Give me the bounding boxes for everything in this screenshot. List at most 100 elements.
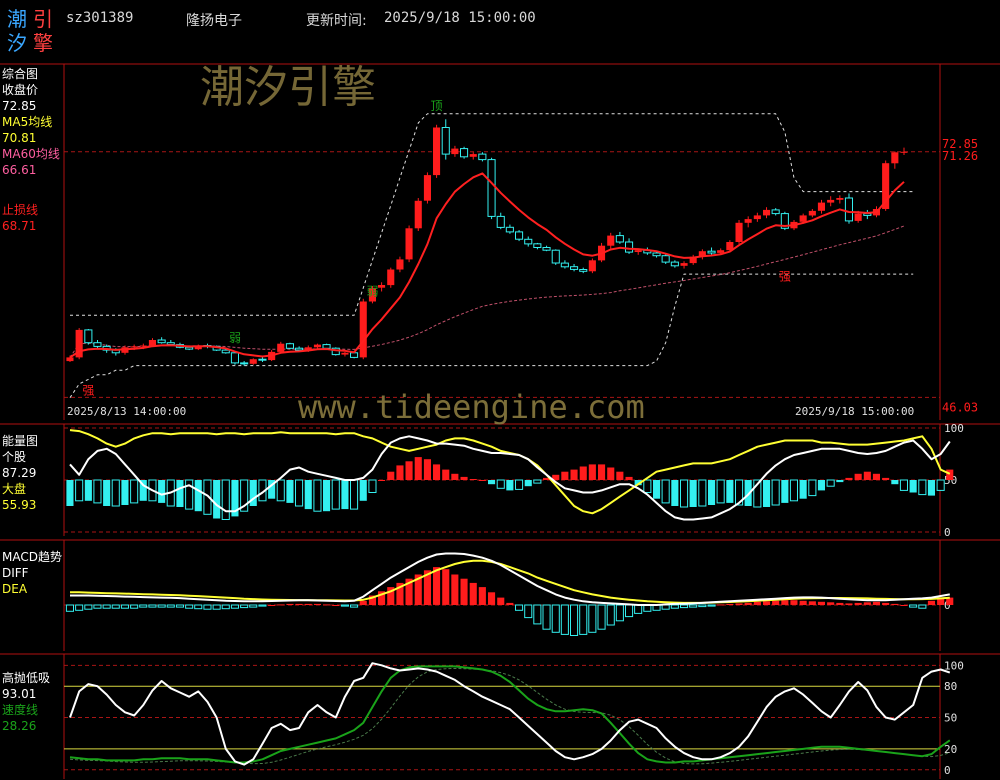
signal-annotation: 强 (82, 384, 94, 398)
energy-bar (533, 479, 542, 484)
macd-bar (451, 574, 459, 605)
macd-bar (120, 604, 130, 609)
candle-body (93, 342, 102, 347)
end-date-label: 2025/9/18 15:00:00 (795, 405, 914, 418)
macd-bar (286, 603, 294, 605)
panel3-title: MACD趋势 (2, 550, 62, 564)
energy-bar (625, 476, 633, 480)
energy-bar (488, 480, 496, 485)
energy-bar (799, 480, 807, 499)
signal-annotation: 弱 (366, 285, 378, 299)
candle-body (542, 247, 551, 251)
macd-bar (166, 604, 175, 608)
macd-bar (918, 604, 927, 609)
candle-body (130, 346, 138, 348)
macd-bar (478, 587, 486, 605)
hilo-tick-label: 50 (944, 712, 957, 725)
macd-bar (827, 602, 835, 605)
macd-bar (863, 602, 871, 605)
signal-annotation: 强 (779, 269, 791, 283)
candle-body (185, 346, 194, 350)
macd-bar (230, 604, 239, 609)
energy-bar (763, 480, 771, 507)
price-tick-label: 46.03 (942, 400, 978, 414)
energy-bar (313, 479, 322, 512)
macd-bar (533, 604, 542, 625)
candle-body (753, 215, 761, 220)
hilo-tick-label: 80 (944, 680, 957, 693)
market-energy-value: 55.93 (2, 498, 37, 512)
candle-body (295, 347, 304, 351)
macd-bar (735, 603, 743, 605)
energy-bar (891, 480, 899, 485)
panel2-legend: 能量图 个股 87.29 大盘 55.93 (2, 433, 38, 513)
candle-body (900, 151, 908, 153)
macd-bar (763, 601, 771, 605)
macd-bar (130, 604, 139, 609)
market-energy-line (69, 429, 951, 515)
ma60-line (69, 225, 905, 358)
candle-body (634, 250, 642, 252)
ma60-label: MA60均线 (2, 147, 60, 161)
candle-body (414, 200, 422, 229)
candle-body (496, 215, 505, 228)
candle-body (560, 262, 569, 268)
energy-bar (121, 480, 129, 505)
macd-bar (836, 602, 844, 605)
hilo-line (69, 662, 951, 766)
energy-bar (158, 480, 166, 503)
macd-bar (157, 604, 166, 608)
energy-bar (221, 479, 230, 520)
energy-bar (304, 480, 312, 510)
energy-bar (359, 480, 367, 501)
macd-bar (570, 604, 579, 636)
macd-bar (212, 604, 221, 610)
hilo-tick-label: 0 (944, 764, 951, 777)
candle-body (808, 210, 816, 216)
candle-body (551, 249, 560, 264)
ma60-value: 66.61 (2, 163, 37, 177)
energy-bar (469, 479, 477, 480)
macd-bar (221, 604, 230, 610)
energy-bar (653, 480, 661, 499)
macd-bar (102, 604, 111, 609)
panel1-legend: 综合图 收盘价 72.85 MA5均线 70.81 MA60均线 66.61 止… (2, 66, 60, 234)
energy-bar (84, 480, 92, 501)
start-date-label: 2025/8/13 14:00:00 (67, 405, 186, 418)
energy-bar (927, 480, 935, 496)
macd-bar (781, 600, 789, 605)
macd-bar (625, 604, 634, 618)
macd-bar (744, 602, 752, 605)
candle-body (607, 235, 615, 246)
candle-body (350, 352, 359, 358)
candle-body (570, 266, 579, 270)
candle-body (139, 345, 147, 347)
energy-bar (836, 480, 844, 483)
macd-bar (937, 598, 945, 605)
macd-bar (927, 600, 935, 605)
candle-body (763, 209, 771, 216)
stock-energy-label: 个股 (2, 450, 27, 464)
energy-bar (781, 480, 789, 503)
candle-body (717, 250, 725, 253)
macd-bar (185, 604, 194, 609)
macd-bar (799, 600, 807, 605)
energy-bar (75, 479, 84, 502)
energy-bar (341, 480, 349, 510)
macd-bar (634, 604, 643, 614)
energy-tick-label: 0 (944, 526, 951, 539)
macd-bar (488, 592, 496, 605)
macd-bar (515, 604, 524, 611)
energy-bar (570, 469, 578, 480)
energy-bar (368, 479, 377, 493)
energy-bar (863, 471, 871, 480)
energy-bar (680, 479, 689, 508)
macd-bar (698, 604, 707, 608)
energy-bar (111, 479, 120, 507)
energy-bar (689, 480, 697, 507)
macd-bar (304, 603, 312, 605)
macd-bar (203, 604, 212, 610)
energy-bar (909, 480, 917, 493)
candle-body (533, 243, 542, 249)
energy-bar (515, 479, 524, 490)
